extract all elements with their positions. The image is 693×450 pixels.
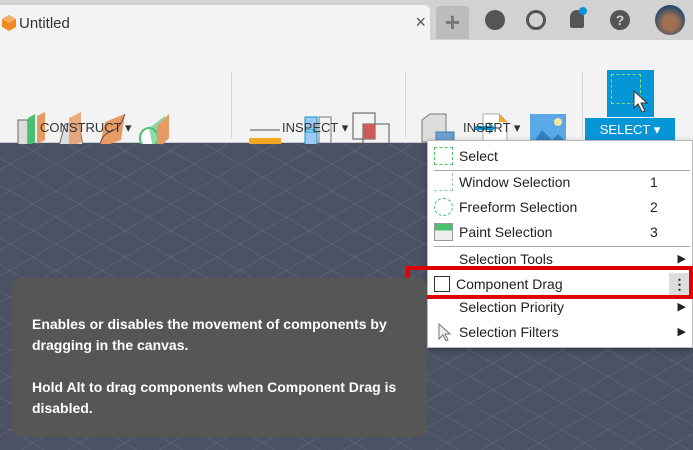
submenu-arrow-icon: ▶ <box>677 326 686 338</box>
history-icon[interactable] <box>526 10 546 30</box>
title-bar: Untitled × + ? <box>0 0 693 40</box>
submenu-arrow-icon: ▶ <box>677 301 686 313</box>
cursor-arrow-icon <box>438 323 452 341</box>
tooltip-description: Enables or disables the movement of comp… <box>32 316 387 353</box>
menu-item-freeform-selection[interactable]: Freeform Selection 2 <box>428 195 693 220</box>
tooltip: Enables or disables the movement of comp… <box>12 278 427 437</box>
help-icon[interactable]: ? <box>610 10 630 30</box>
construct-group-label[interactable]: CONSTRUCT ▾ <box>40 120 132 136</box>
menu-item-window-selection[interactable]: Window Selection 1 <box>428 170 693 195</box>
separator <box>231 72 232 138</box>
tab-title: Untitled <box>19 15 70 32</box>
cube-icon <box>2 15 16 31</box>
menu-item-paint-selection[interactable]: Paint Selection 3 <box>428 220 693 245</box>
separator <box>405 72 406 138</box>
select-group-label[interactable]: SELECT ▾ <box>585 118 675 140</box>
freeform-selection-icon <box>434 198 453 216</box>
insert-group-label[interactable]: INSERT ▾ <box>463 120 520 136</box>
separator <box>582 72 583 138</box>
paint-selection-icon <box>434 223 453 241</box>
select-icon <box>434 147 453 165</box>
window-selection-icon <box>434 173 453 191</box>
menu-item-select[interactable]: Select <box>428 144 693 169</box>
submenu-arrow-icon: ▶ <box>677 253 686 265</box>
new-tab-button[interactable]: + <box>436 6 469 39</box>
avatar[interactable] <box>655 5 685 35</box>
close-tab-button[interactable]: × <box>415 12 426 33</box>
notifications-icon[interactable] <box>570 7 587 28</box>
select-tool-icon[interactable] <box>607 70 654 117</box>
extensions-icon[interactable] <box>485 10 505 30</box>
highlight-box <box>406 266 693 299</box>
toolbar: CONSTRUCT ▾ INSPECT ▾ INSERT ▾ SELECT ▾ <box>0 40 693 152</box>
select-dropdown-menu: Select Window Selection 1 Freeform Select… <box>427 140 693 348</box>
menu-item-selection-filters[interactable]: Selection Filters ▶ <box>428 320 693 345</box>
document-tab[interactable]: Untitled × <box>0 5 430 40</box>
inspect-group-label[interactable]: INSPECT ▾ <box>282 120 348 136</box>
tooltip-hint: Hold Alt to drag components when Compone… <box>32 379 397 416</box>
